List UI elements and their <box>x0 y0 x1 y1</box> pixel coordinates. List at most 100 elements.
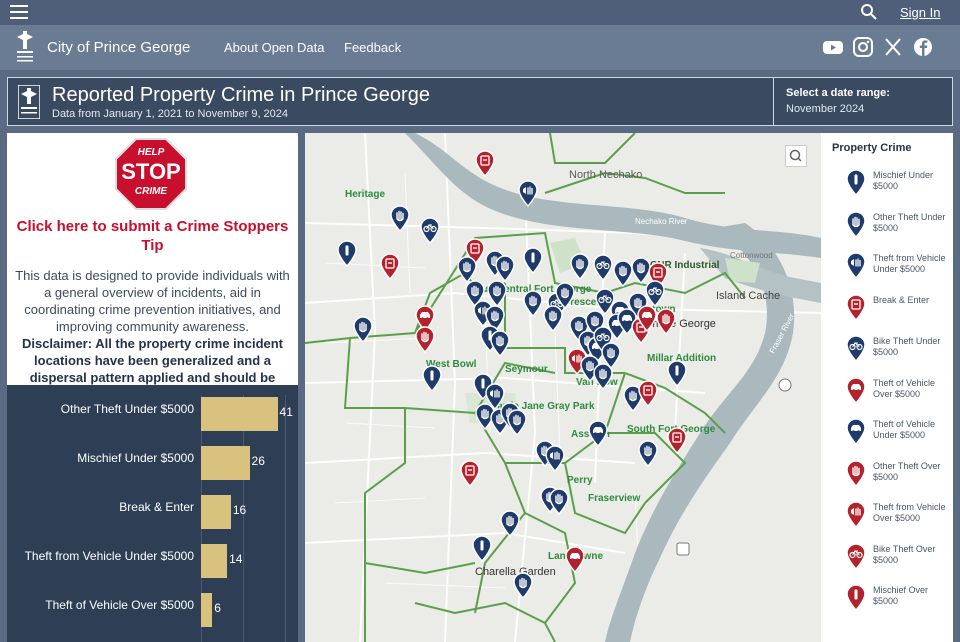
legend-title: Property Crime <box>832 142 912 154</box>
description-text: This data is designed to provide individ… <box>15 268 290 334</box>
map-pin-break-enter-icon[interactable] <box>459 459 481 488</box>
legend-item-label: Mischief Under $5000 <box>873 170 934 191</box>
map-pin-break-enter-icon[interactable] <box>637 379 659 408</box>
map-pin-vehicle-hand-icon[interactable] <box>517 179 539 208</box>
map-pin-break-enter-icon[interactable] <box>474 149 496 178</box>
search-icon[interactable] <box>860 3 878 21</box>
bar[interactable] <box>201 495 231 529</box>
instagram-icon[interactable] <box>852 37 874 57</box>
map-pin-car-icon[interactable] <box>564 545 586 574</box>
hand-icon <box>845 459 867 487</box>
map-pin-hand-icon[interactable] <box>489 329 511 358</box>
map-pin-break-enter-icon[interactable] <box>666 426 688 455</box>
sign-in-link[interactable]: Sign In <box>900 5 940 20</box>
crime-map[interactable]: North Nechako Heritage Nechako River Cot… <box>305 133 821 642</box>
map-search-icon[interactable] <box>785 145 807 167</box>
disclaimer-text: Disclaimer: All the property crime incid… <box>21 336 284 385</box>
map-pin-hand-icon[interactable] <box>494 254 516 283</box>
label-perry: Perry <box>567 475 593 486</box>
map-pin-hand-icon[interactable] <box>414 325 436 354</box>
legend-item-label: Mischief Over $5000 <box>873 585 929 606</box>
map-pin-bike-icon[interactable] <box>419 216 441 245</box>
map-pin-mischief-icon[interactable] <box>666 359 688 388</box>
legend-item-label: Theft of Vehicle Over $5000 <box>873 377 936 399</box>
top-bar: Sign In <box>0 0 960 25</box>
legend-item[interactable]: Theft of Vehicle Under $5000 <box>845 417 945 457</box>
map-pin-hand-icon[interactable] <box>522 289 544 318</box>
facebook-icon[interactable] <box>912 37 934 57</box>
bar-category-label: Break & Enter <box>119 500 194 514</box>
bar-row: Break & Enter 16 <box>7 483 298 531</box>
map-pin-break-enter-icon[interactable] <box>379 252 401 281</box>
city-crest-icon <box>17 84 41 120</box>
map-pin-hand-icon[interactable] <box>506 408 528 437</box>
map-pin-vehicle-hand-icon[interactable] <box>544 444 566 473</box>
legend-item[interactable]: Mischief Over $5000 <box>845 583 945 623</box>
stop-sign-crime: CRIME <box>135 186 168 197</box>
legend-item[interactable]: Other Theft Over $5000 <box>845 459 945 499</box>
legend-item[interactable]: Bike Theft Under $5000 <box>845 334 945 374</box>
map-pin-mischief-icon[interactable] <box>421 364 443 393</box>
label-seymour: Seymour <box>505 364 548 375</box>
x-icon[interactable] <box>882 37 904 57</box>
youtube-icon[interactable] <box>822 37 844 57</box>
map-pin-hand-icon[interactable] <box>352 315 374 344</box>
stop-sign-help: HELP <box>138 147 165 158</box>
map-pin-hand-icon[interactable] <box>512 571 534 600</box>
map-pin-mischief-icon[interactable] <box>522 246 544 275</box>
bar[interactable] <box>201 446 250 480</box>
legend-item[interactable]: Break & Enter <box>845 293 945 333</box>
label-fraserview: Fraserview <box>588 493 641 504</box>
label-island-cache: Island Cache <box>716 290 781 302</box>
hamburger-menu-icon[interactable] <box>10 5 28 20</box>
city-name[interactable]: City of Prince George <box>47 39 190 56</box>
bar-value-label: 16 <box>232 503 247 517</box>
legend-item[interactable]: Mischief Under $5000 <box>845 168 945 208</box>
map-pin-hand-icon[interactable] <box>569 252 591 281</box>
legend-item-label: Break & Enter <box>873 294 930 305</box>
map-pin-hand-icon[interactable] <box>548 487 570 516</box>
bar-category-label: Other Theft Under $5000 <box>60 402 194 416</box>
stop-sign-stop: STOP <box>121 159 181 184</box>
legend-item[interactable]: Theft of Vehicle Over $5000 <box>845 376 945 416</box>
map-pin-mischief-icon[interactable] <box>471 534 493 563</box>
car-icon <box>845 376 867 404</box>
date-range-selector[interactable]: November 2024 <box>786 103 864 115</box>
legend-item-label: Bike Theft Under $5000 <box>873 336 941 357</box>
label-north-nechako: North Nechako <box>569 169 643 181</box>
map-pin-bike-icon[interactable] <box>592 253 614 282</box>
legend-item[interactable]: Bike Theft Over $5000 <box>845 542 945 582</box>
bar-value-label: 41 <box>279 405 293 419</box>
map-pin-hand-icon[interactable] <box>592 362 614 391</box>
legend-item[interactable]: Theft from Vehicle Over $5000 <box>845 500 946 540</box>
map-pin-mischief-icon[interactable] <box>336 239 358 268</box>
map-pin-hand-icon[interactable] <box>542 304 564 333</box>
crime-stoppers-link[interactable]: Click here to submit a Crime Stoppers Ti… <box>15 217 290 255</box>
map-basemap <box>305 133 821 642</box>
nav-link-about[interactable]: About Open Data <box>224 40 324 55</box>
stop-sign-icon[interactable]: HELP STOP CRIME <box>115 138 187 210</box>
mischief-icon <box>845 583 867 612</box>
legend-item-label: Other Theft Under $5000 <box>873 211 946 233</box>
map-pin-hand-icon[interactable] <box>499 509 521 538</box>
legend-item-label: Bike Theft Over $5000 <box>873 543 936 565</box>
map-pin-hand-icon[interactable] <box>637 439 659 468</box>
bar-row: Theft from Vehicle Under $5000 14 <box>7 532 298 580</box>
map-pin-hand-icon[interactable] <box>389 204 411 233</box>
bar[interactable] <box>201 397 278 431</box>
bar[interactable] <box>201 544 228 578</box>
bar-row: Other Theft Under $5000 41 <box>7 385 298 433</box>
bar[interactable] <box>201 593 213 627</box>
bar-value-label: 26 <box>251 454 265 468</box>
nav-link-feedback[interactable]: Feedback <box>344 40 401 55</box>
map-pin-hand-icon[interactable] <box>655 307 677 336</box>
map-pin-bike-icon[interactable] <box>644 279 666 308</box>
city-logo-icon[interactable] <box>14 29 36 65</box>
crime-stoppers-panel: HELP STOP CRIME Click here to submit a C… <box>7 133 298 385</box>
map-pin-car-icon[interactable] <box>587 419 609 448</box>
map-legend: Property Crime Mischief Under $5000 Other… <box>821 133 953 642</box>
bar-category-label: Theft from Vehicle Under $5000 <box>24 549 194 563</box>
legend-item[interactable]: Theft from Vehicle Under $5000 <box>845 251 946 291</box>
legend-item-label: Theft from Vehicle Under $5000 <box>873 253 946 274</box>
legend-item[interactable]: Other Theft Under $5000 <box>845 210 945 250</box>
